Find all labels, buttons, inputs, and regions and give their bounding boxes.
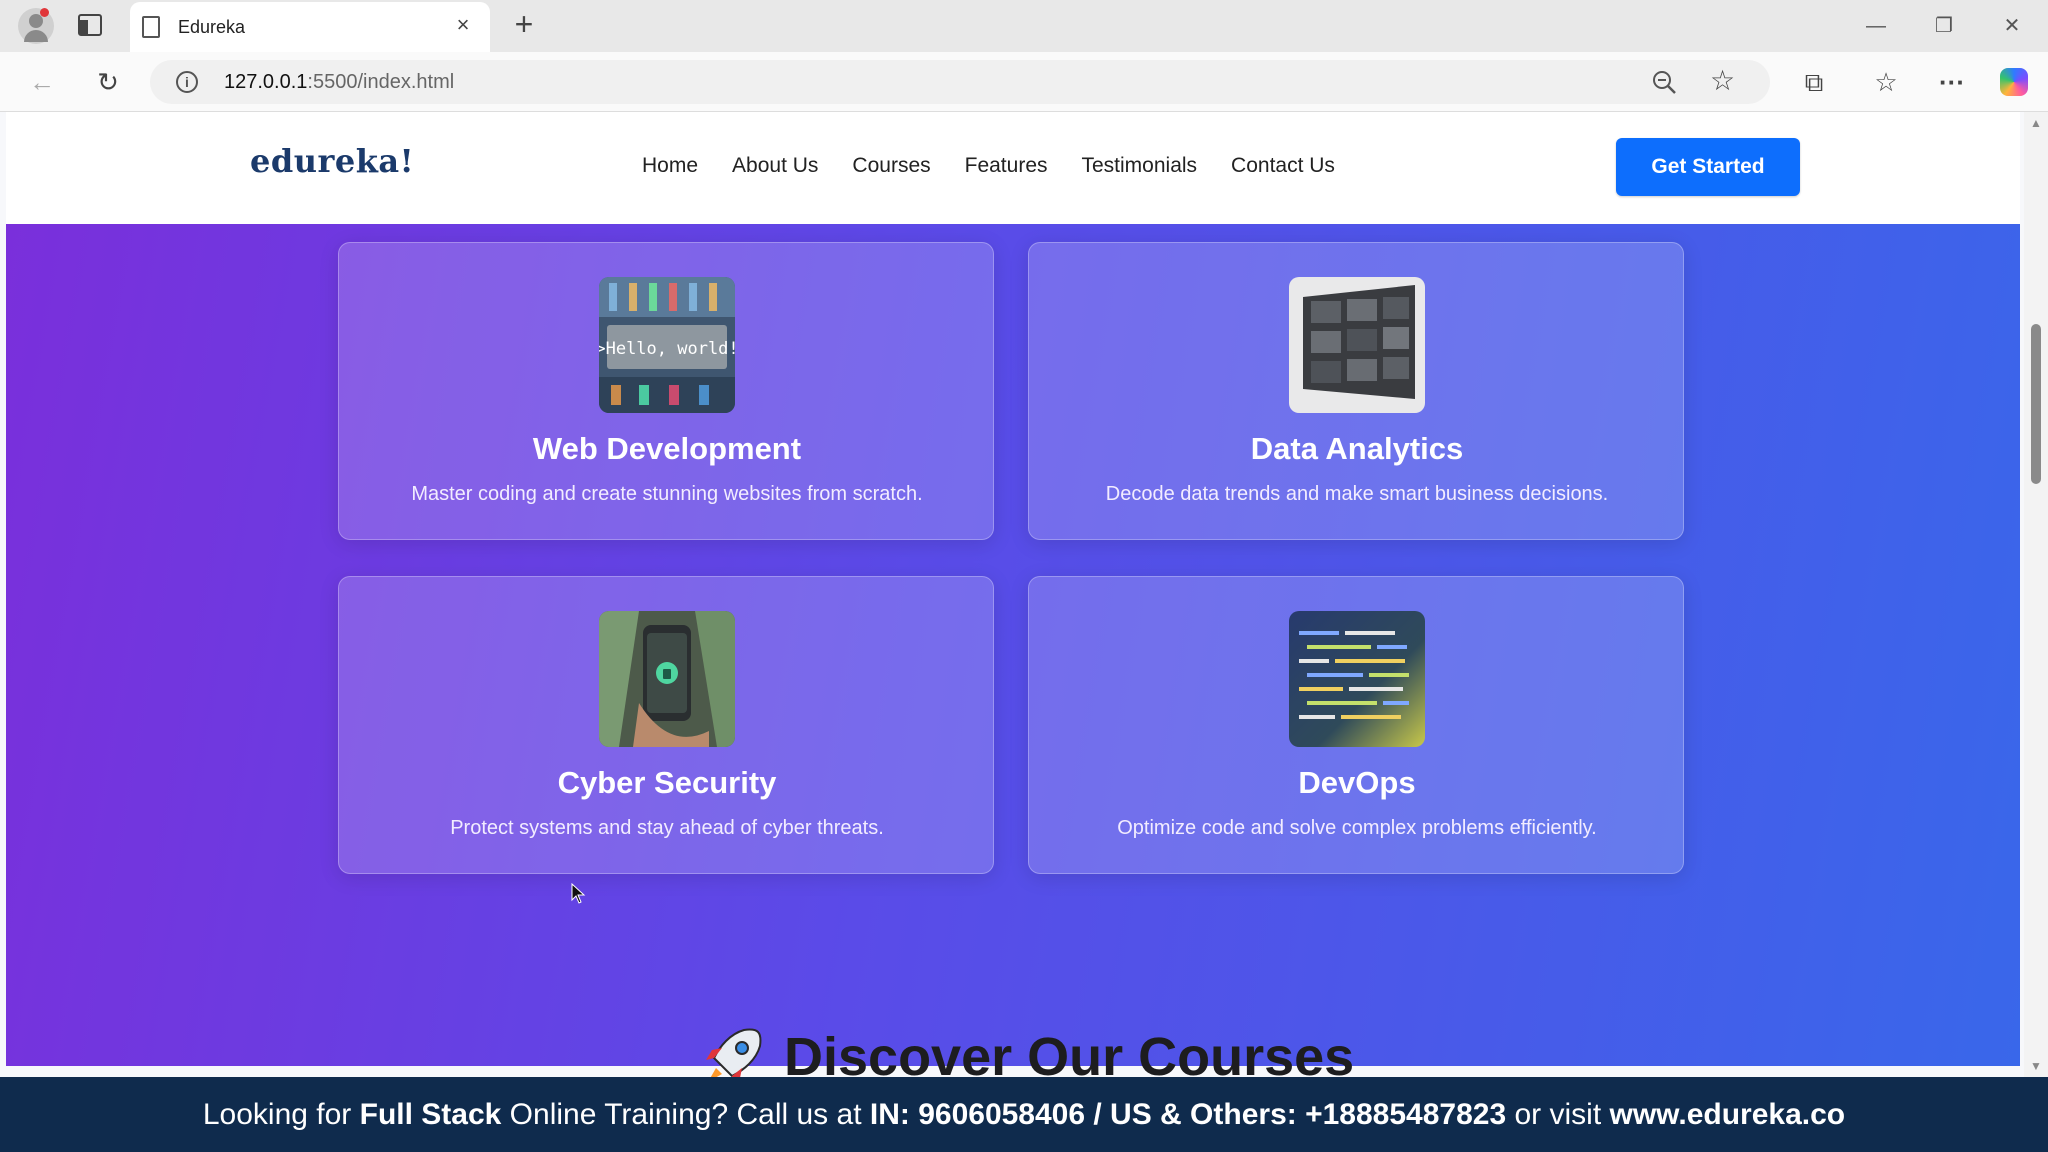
restore-button[interactable]: ❐ — [1922, 8, 1966, 44]
copilot-icon[interactable] — [1994, 62, 2034, 102]
course-card-data-analytics[interactable]: Data Analytics Decode data trends and ma… — [1028, 242, 1684, 540]
banner-text: Looking for — [202, 1098, 360, 1131]
minimize-button[interactable]: — — [1854, 8, 1898, 44]
card-title: DevOps — [1298, 765, 1416, 800]
browser-tab-bar: Edureka × + — ❐ ✕ — [0, 0, 2048, 52]
tab-close-button[interactable]: × — [448, 10, 478, 40]
promo-banner: Looking for Full Stack Online Training? … — [0, 1077, 2048, 1152]
more-menu-icon[interactable]: ··· — [1932, 62, 1972, 102]
favorite-star-icon[interactable]: ☆ — [1710, 64, 1735, 97]
cyber-security-image — [599, 611, 735, 747]
card-description: Master coding and create stunning websit… — [411, 483, 923, 505]
site-logo[interactable]: edureka! — [250, 142, 414, 180]
card-description: Optimize code and solve complex problems… — [1117, 817, 1597, 839]
browser-toolbar: ← ↻ i 127.0.0.1:5500/index.html ☆ ⧉ ☆ ··… — [0, 52, 2048, 112]
devops-image — [1289, 611, 1425, 747]
url-path: :5500/index.html — [307, 71, 455, 93]
banner-link[interactable]: www.edureka.co — [1610, 1098, 1846, 1131]
get-started-button[interactable]: Get Started — [1616, 138, 1800, 196]
course-card-cyber-security[interactable]: Cyber Security Protect systems and stay … — [338, 576, 994, 874]
card-description: Protect systems and stay ahead of cyber … — [450, 817, 884, 839]
tab-title: Edureka — [178, 17, 246, 37]
features-section: >Hello, world! Web Development Master co… — [6, 224, 2020, 1066]
page-viewport: edureka! Home About Us Courses Features … — [0, 112, 2048, 1077]
course-card-devops[interactable]: DevOps Optimize code and solve complex p… — [1028, 576, 1684, 874]
new-tab-button[interactable]: + — [506, 6, 542, 42]
card-title: Web Development — [532, 431, 802, 466]
hello-world-text: >Hello, world! — [599, 339, 735, 359]
card-description: Decode data trends and make smart busine… — [1105, 483, 1609, 505]
site-info-icon[interactable]: i — [176, 71, 198, 93]
banner-highlight: Full Stack — [359, 1098, 502, 1131]
favorites-icon[interactable]: ☆ — [1866, 62, 1906, 102]
zoom-out-icon[interactable] — [1650, 68, 1678, 96]
nav-testimonials[interactable]: Testimonials — [1082, 154, 1198, 178]
mouse-cursor-icon — [571, 883, 586, 904]
scroll-up-icon[interactable]: ▲ — [2030, 116, 2042, 130]
nav-about-us[interactable]: About Us — [732, 154, 818, 178]
url-text[interactable]: 127.0.0.1:5500/index.html — [224, 71, 454, 94]
nav-home[interactable]: Home — [642, 154, 698, 178]
banner-phone: IN: 9606058406 / US & Others: +188854878… — [869, 1098, 1507, 1131]
window-close-button[interactable]: ✕ — [1990, 8, 2034, 44]
banner-text: Online Training? Call us at — [501, 1098, 870, 1131]
notification-dot — [40, 8, 49, 17]
section-title: Discover Our Courses — [784, 1027, 1355, 1077]
nav-courses[interactable]: Courses — [852, 154, 930, 178]
web-development-image: >Hello, world! — [599, 277, 735, 413]
nav-features[interactable]: Features — [965, 154, 1048, 178]
rocket-icon — [706, 1028, 762, 1077]
courses-heading: Discover Our Courses — [700, 1024, 1354, 1077]
nav-contact-us[interactable]: Contact Us — [1231, 154, 1335, 178]
reload-button[interactable]: ↻ — [88, 62, 128, 102]
scroll-down-icon[interactable]: ▼ — [2030, 1059, 2042, 1073]
url-host: 127.0.0.1 — [224, 71, 308, 93]
site-header: edureka! Home About Us Courses Features … — [6, 112, 2020, 224]
card-title: Data Analytics — [1250, 431, 1464, 466]
browser-tab[interactable]: Edureka × — [130, 2, 490, 52]
back-button[interactable]: ← — [22, 62, 62, 102]
tab-actions-icon[interactable] — [78, 14, 102, 36]
page-icon — [142, 16, 160, 38]
page-scrollbar[interactable]: ▲ ▼ — [2024, 112, 2048, 1077]
banner-text: or visit — [1506, 1098, 1610, 1131]
main-nav: Home About Us Courses Features Testimoni… — [642, 154, 1335, 178]
address-bar[interactable]: i 127.0.0.1:5500/index.html ☆ — [150, 60, 1770, 104]
data-analytics-image — [1289, 277, 1425, 413]
course-card-web-development[interactable]: >Hello, world! Web Development Master co… — [338, 242, 994, 540]
card-title: Cyber Security — [557, 765, 777, 800]
extensions-icon[interactable]: ⧉ — [1794, 62, 1834, 102]
scroll-thumb[interactable] — [2031, 324, 2041, 484]
